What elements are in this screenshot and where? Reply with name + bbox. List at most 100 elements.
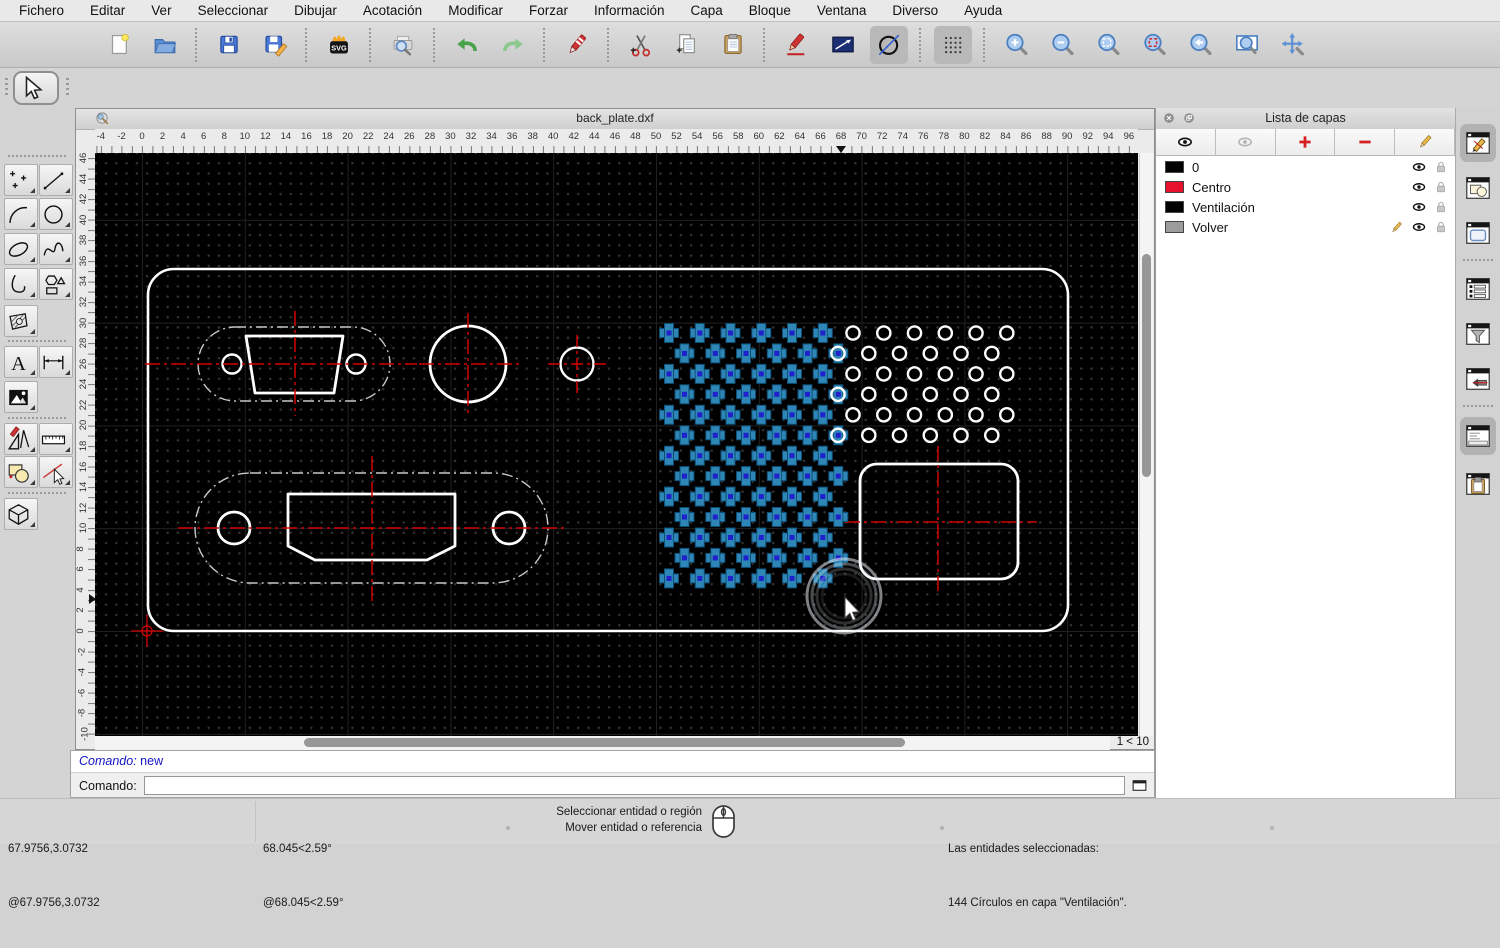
layer-visibility-icon[interactable] [1411, 199, 1427, 215]
eraser-button[interactable] [558, 26, 596, 64]
copy-button[interactable] [668, 26, 706, 64]
tool-text-button[interactable]: A [4, 346, 38, 378]
menu-ver[interactable]: Ver [138, 3, 184, 18]
tool-dimension-button[interactable] [39, 346, 73, 378]
menu-ventana[interactable]: Ventana [804, 3, 880, 18]
zoom-pan-button[interactable] [1274, 26, 1312, 64]
selection-tool-button[interactable] [13, 71, 59, 105]
menu-bloque[interactable]: Bloque [736, 3, 804, 18]
dock-exploder-toggle-button[interactable] [1460, 360, 1496, 398]
tool-arc-button[interactable] [4, 198, 38, 230]
menu-ayuda[interactable]: Ayuda [951, 3, 1015, 18]
zoom-auto-button[interactable] [1090, 26, 1128, 64]
svg-export-button[interactable]: SVG [320, 26, 358, 64]
small-circle[interactable] [548, 335, 606, 393]
tool-hatch-button[interactable] [4, 305, 38, 337]
save-button[interactable] [210, 26, 248, 64]
scrollbar-thumb[interactable] [1142, 254, 1151, 477]
menu-dibujar[interactable]: Dibujar [281, 3, 350, 18]
eye-off-button[interactable] [1216, 129, 1276, 155]
dock-blocks-toggle-button[interactable] [1460, 169, 1496, 207]
tool-drafting-tools-button[interactable] [4, 423, 38, 455]
tool-measure-button[interactable] [39, 423, 73, 455]
tool-options-row [0, 68, 1500, 108]
edit-pencil-button[interactable] [1395, 129, 1455, 155]
menu-diverso[interactable]: Diverso [879, 3, 951, 18]
line-tool-button[interactable] [824, 26, 862, 64]
menu-informacion[interactable]: Información [581, 3, 678, 18]
edit-pencil-icon [1389, 220, 1404, 235]
circle-line-button[interactable] [870, 26, 908, 64]
layer-lock-icon[interactable] [1434, 220, 1448, 234]
dock-layers-toggle-button[interactable] [1460, 124, 1496, 162]
zoom-out-button[interactable] [1044, 26, 1082, 64]
eye-on-button[interactable] [1156, 129, 1216, 155]
layer-row-volver[interactable]: Volver [1156, 217, 1455, 237]
dsub-connector[interactable] [145, 311, 417, 416]
drawing-canvas[interactable] [95, 153, 1138, 736]
tool-points-button[interactable] [4, 164, 38, 196]
menu-seleccionar[interactable]: Seleccionar [185, 3, 282, 18]
tool-image-button[interactable] [4, 381, 38, 413]
print-preview-button[interactable] [384, 26, 422, 64]
grip-dot [506, 826, 510, 830]
zoom-window-button[interactable] [1228, 26, 1266, 64]
scrollbar-thumb[interactable] [304, 738, 905, 747]
tool-modify-button[interactable] [4, 456, 38, 488]
save-as-button[interactable] [256, 26, 294, 64]
layer-visibility-icon[interactable] [1411, 159, 1427, 175]
menu-acotacion[interactable]: Acotación [350, 3, 435, 18]
draw-order-button[interactable] [778, 26, 816, 64]
keyboard-toggle-button[interactable] [1130, 777, 1149, 794]
mid-circle[interactable] [419, 313, 519, 415]
tool-ellipse-button[interactable] [4, 233, 38, 265]
menu-capa[interactable]: Capa [678, 3, 736, 18]
dock-clipboard-icon [1463, 469, 1493, 499]
tool-spline-button[interactable] [39, 233, 73, 265]
hdmi-connector[interactable] [178, 456, 566, 601]
menu-forzar[interactable]: Forzar [516, 3, 581, 18]
tool-line-button[interactable] [39, 164, 73, 196]
tool-cube-3d-button[interactable] [4, 498, 38, 530]
new-file-button[interactable] [100, 26, 138, 64]
add-layer-button[interactable] [1276, 129, 1336, 155]
command-input[interactable] [144, 776, 1125, 795]
open-file-button[interactable] [146, 26, 184, 64]
ventilation-holes[interactable] [660, 324, 1014, 588]
horizontal-scrollbar[interactable] [95, 736, 1110, 750]
dock-filter-toggle-button[interactable] [1460, 315, 1496, 353]
zoom-previous-button[interactable] [1182, 26, 1220, 64]
remove-layer-button[interactable] [1335, 129, 1395, 155]
tool-select-entity-button[interactable] [39, 456, 73, 488]
origin-marker [131, 615, 163, 647]
vertical-scrollbar[interactable] [1139, 153, 1153, 736]
menu-fichero[interactable]: Fichero [6, 3, 77, 18]
layer-lock-icon[interactable] [1434, 180, 1448, 194]
dock-entity-list-toggle-button[interactable] [1460, 270, 1496, 308]
dock-clipboard-toggle-button[interactable] [1460, 465, 1496, 503]
layer-lock-icon[interactable] [1434, 160, 1448, 174]
menu-editar[interactable]: Editar [77, 3, 138, 18]
menu-modificar[interactable]: Modificar [435, 3, 516, 18]
layer-visibility-icon[interactable] [1411, 219, 1427, 235]
cut-button[interactable] [622, 26, 660, 64]
tool-polygon-button[interactable] [39, 268, 73, 300]
layer-row-0[interactable]: 0 [1156, 157, 1455, 177]
layer-lock-icon[interactable] [1434, 200, 1448, 214]
tool-polyline-button[interactable] [4, 268, 38, 300]
zoom-previous-icon [1188, 29, 1214, 60]
tool-circle-button[interactable] [39, 198, 73, 230]
dock-library-toggle-button[interactable] [1460, 214, 1496, 252]
zoom-selected-button[interactable] [1136, 26, 1174, 64]
layer-visibility-icon[interactable] [1411, 179, 1427, 195]
plate-outline[interactable] [148, 269, 1068, 631]
redo-button[interactable] [494, 26, 532, 64]
dock-command-toggle-button[interactable] [1460, 417, 1496, 455]
paste-button[interactable] [714, 26, 752, 64]
undo-button[interactable] [448, 26, 486, 64]
grid-toggle-button[interactable] [934, 26, 972, 64]
layer-row-centro[interactable]: Centro [1156, 177, 1455, 197]
layer-row-ventilacion[interactable]: Ventilación [1156, 197, 1455, 217]
document-titlebar[interactable]: back_plate.dxf [76, 109, 1154, 130]
zoom-in-button[interactable] [998, 26, 1036, 64]
